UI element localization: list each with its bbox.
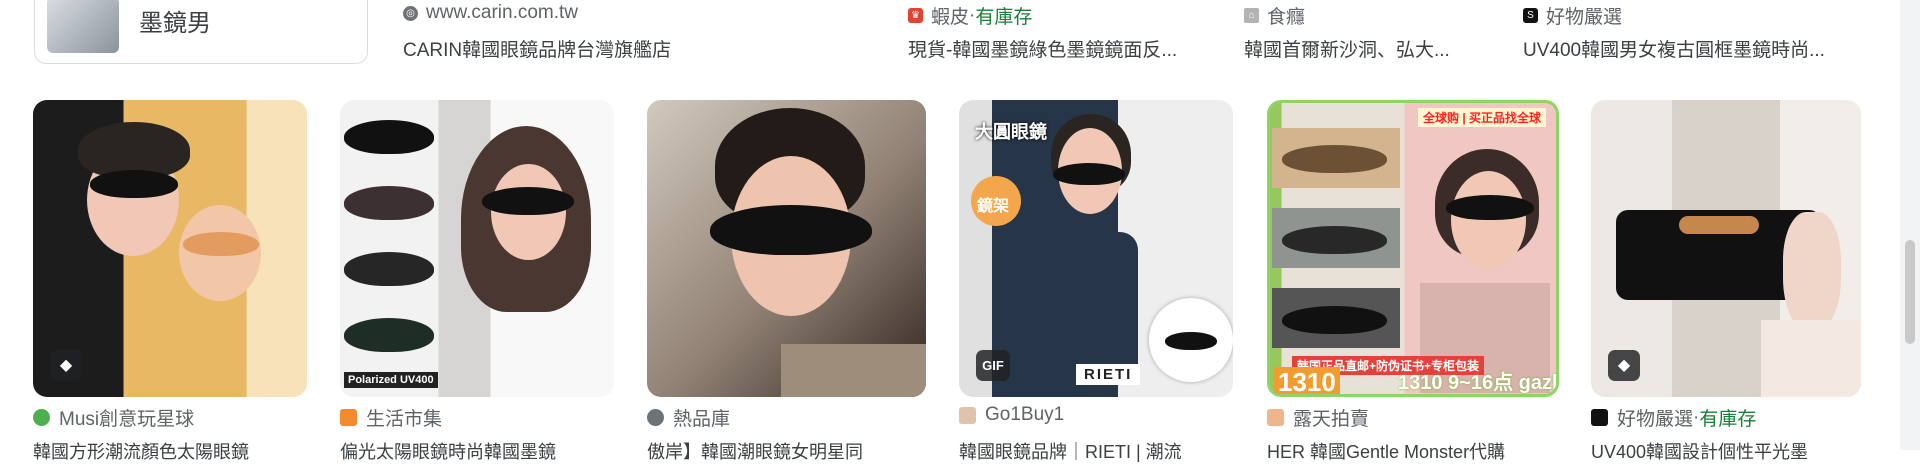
site-icon bbox=[1267, 409, 1284, 426]
result-title: 韓國眼鏡品牌｜RIETI | 潮流 bbox=[959, 442, 1182, 462]
image-overlay-brand: RIETI bbox=[1076, 364, 1141, 385]
top-result-2[interactable]: ♛ 蝦皮 · 有庫存 現貨-韓國墨鏡綠色墨鏡鏡面反... bbox=[908, 0, 1218, 70]
site-icon bbox=[33, 409, 50, 426]
source-text: www.carin.com.tw bbox=[426, 2, 579, 23]
result-title: 傲岸】韓國潮眼鏡女明星同 bbox=[647, 442, 863, 462]
image-overlay-label: 大圓眼鏡 bbox=[975, 122, 1047, 142]
image-overlay-watermark: 1310 9~16点 gazhgy733 bbox=[1398, 372, 1556, 394]
image-overlay-price: 1310 bbox=[1274, 367, 1340, 394]
result-source: 露天拍賣 bbox=[1267, 404, 1369, 431]
image-overlay-label: 鏡架 bbox=[977, 198, 1010, 215]
result-title: 偏光太陽眼鏡時尚韓國墨鏡 bbox=[340, 442, 556, 462]
top-result-title: CARIN韓國眼鏡品牌台灣旗艦店 bbox=[403, 40, 672, 61]
result-image[interactable]: 大圓眼鏡 鏡架 RIETI GIF bbox=[959, 100, 1233, 397]
source-text: Musi創意玩星球 bbox=[59, 409, 195, 430]
globe-icon: ◎ bbox=[403, 5, 418, 21]
query-title: 墨鏡男 bbox=[139, 10, 211, 37]
result-image[interactable]: Polarized UV400 bbox=[340, 100, 614, 397]
top-result-3[interactable]: ⌂ 食癮 韓國首爾新沙洞、弘大... bbox=[1244, 0, 1484, 70]
result-source: 熱品庫 bbox=[647, 404, 730, 431]
top-result-source: ♛ 蝦皮 · 有庫存 bbox=[908, 2, 1032, 29]
image-overlay-text: Polarized UV400 bbox=[344, 372, 438, 388]
result-image[interactable]: 全球购 | 买正品找全球 韩国正品直邮+防伪证书+专柜包装 1310 1310 … bbox=[1267, 100, 1559, 397]
scrollbar-thumb[interactable] bbox=[1905, 240, 1915, 344]
shop-icon: S bbox=[1523, 8, 1538, 23]
stock-status: 有庫存 bbox=[1699, 409, 1757, 430]
source-text: 食癮 bbox=[1267, 7, 1306, 28]
top-result-title: 韓國首爾新沙洞、弘大... bbox=[1244, 40, 1450, 61]
source-text: 好物嚴選 bbox=[1546, 7, 1623, 28]
tag-icon: ◆ bbox=[50, 350, 82, 381]
query-thumbnail bbox=[47, 0, 119, 53]
result-image[interactable]: ◆ bbox=[33, 100, 307, 397]
source-text: 蝦皮 bbox=[931, 7, 970, 28]
top-result-source: S 好物嚴選 bbox=[1523, 2, 1622, 29]
source-text: 生活市集 bbox=[366, 409, 443, 430]
top-result-source: ◎ www.carin.com.tw bbox=[403, 2, 578, 24]
shopee-icon: ♛ bbox=[908, 8, 923, 23]
result-image[interactable]: ◆ bbox=[1591, 100, 1861, 397]
globe-icon bbox=[647, 409, 664, 426]
source-text: 露天拍賣 bbox=[1293, 409, 1370, 430]
gif-badge: GIF bbox=[976, 350, 1010, 381]
result-title: 韓國方形潮流顏色太陽眼鏡 bbox=[33, 442, 249, 462]
result-title: UV400韓國設計個性平光墨 bbox=[1591, 442, 1809, 462]
result-title: HER 韓國Gentle Monster代購 bbox=[1267, 442, 1506, 462]
result-source: Go1Buy1 bbox=[959, 404, 1064, 426]
top-result-4[interactable]: S 好物嚴選 UV400韓國男女複古圓框墨鏡時尚... bbox=[1523, 0, 1883, 70]
vertical-scrollbar[interactable] bbox=[1900, 0, 1920, 450]
source-text: 熱品庫 bbox=[673, 409, 731, 430]
site-icon bbox=[959, 406, 976, 424]
top-result-title: UV400韓國男女複古圓框墨鏡時尚... bbox=[1523, 40, 1825, 61]
source-text: Go1Buy1 bbox=[985, 404, 1065, 425]
query-card[interactable]: 墨鏡男 bbox=[34, 0, 368, 64]
result-image[interactable] bbox=[647, 100, 926, 397]
site-icon bbox=[340, 409, 357, 426]
result-source: Musi創意玩星球 bbox=[33, 404, 194, 431]
site-icon bbox=[1591, 409, 1608, 426]
food-icon: ⌂ bbox=[1244, 8, 1259, 23]
image-overlay-banner: 全球购 | 买正品找全球 bbox=[1418, 108, 1547, 127]
result-source: 好物嚴選 · 有庫存 bbox=[1591, 404, 1756, 431]
image-results-grid: ◆ Musi創意玩星球 韓國方形潮流顏色太陽眼鏡 Polarized UV400… bbox=[0, 100, 1900, 462]
tag-icon: ◆ bbox=[1608, 350, 1640, 381]
top-result-source: ⌂ 食癮 bbox=[1244, 2, 1305, 29]
result-source: 生活市集 bbox=[340, 404, 442, 431]
top-result-title: 現貨-韓國墨鏡綠色墨鏡鏡面反... bbox=[908, 40, 1178, 61]
source-text: 好物嚴選 bbox=[1617, 409, 1694, 430]
top-result-1[interactable]: ◎ www.carin.com.tw CARIN韓國眼鏡品牌台灣旗艦店 bbox=[403, 0, 713, 70]
top-results-row: 墨鏡男 ◎ www.carin.com.tw CARIN韓國眼鏡品牌台灣旗艦店 … bbox=[0, 0, 1900, 70]
stock-status: 有庫存 bbox=[975, 7, 1033, 28]
